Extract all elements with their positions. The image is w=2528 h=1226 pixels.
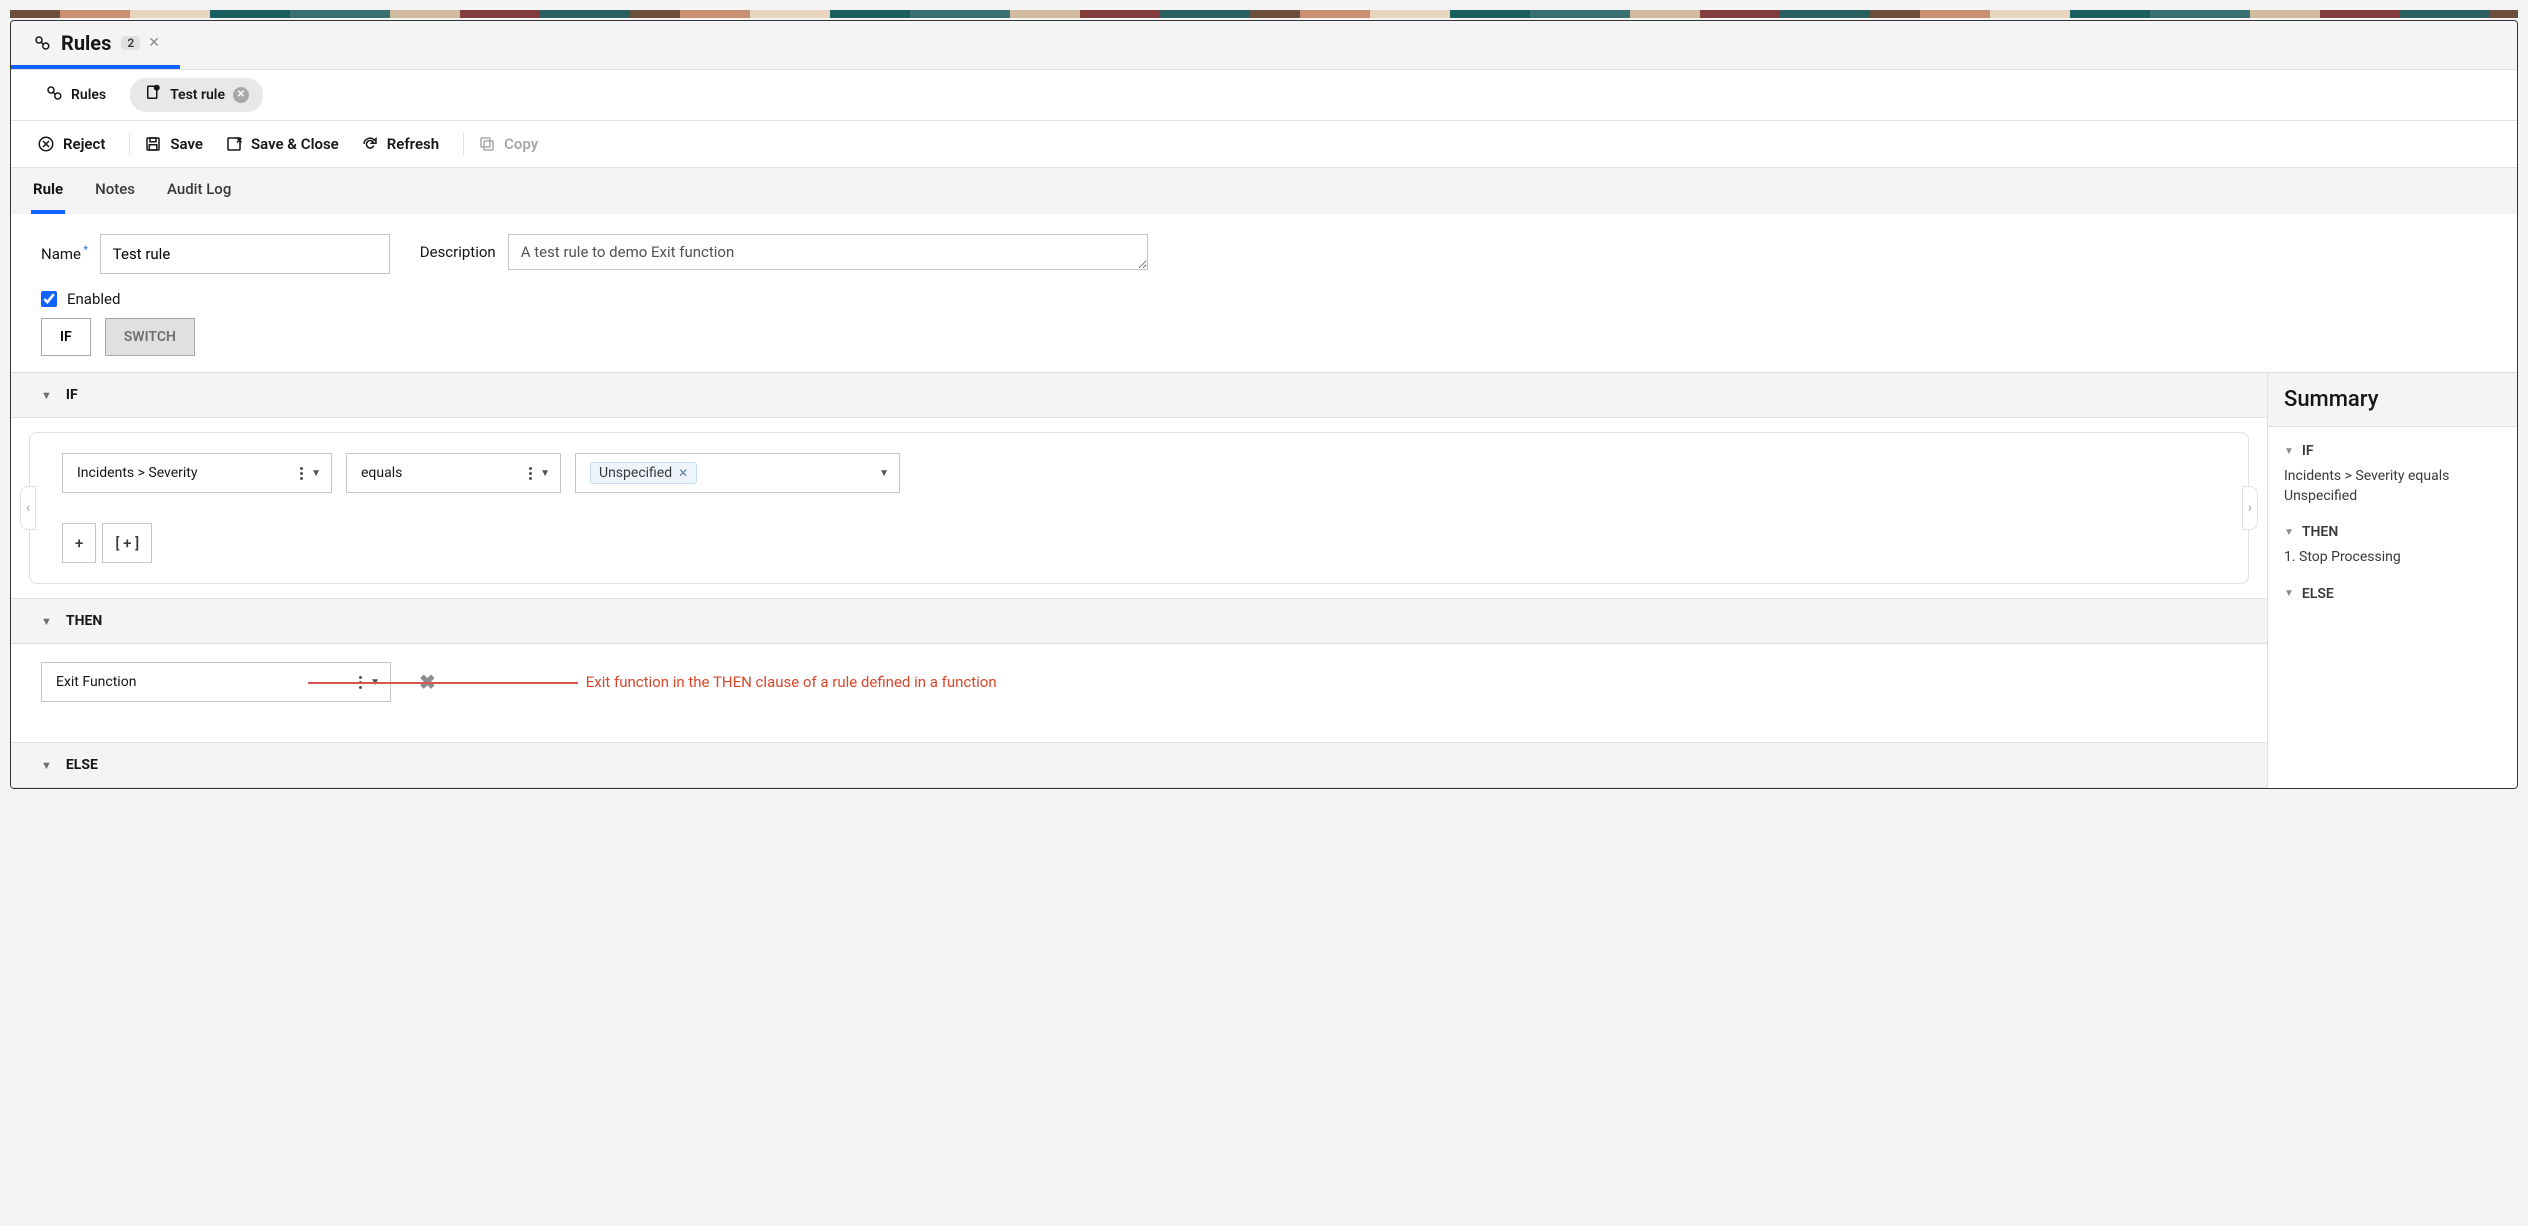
document-icon: [144, 84, 162, 106]
title-bar-wrapper: Rules 2 ✕: [11, 21, 2517, 69]
tab-audit-log[interactable]: Audit Log: [165, 168, 233, 214]
then-section-header[interactable]: ▼ THEN: [11, 598, 2267, 644]
chevron-down-icon: ▼: [41, 759, 52, 772]
refresh-button[interactable]: Refresh: [355, 129, 455, 159]
kebab-icon[interactable]: [529, 467, 532, 480]
count-badge: 2: [121, 36, 140, 50]
annotation-line: [308, 682, 578, 684]
close-icon[interactable]: ✕: [148, 35, 160, 51]
tab-rules-label: Rules: [71, 87, 106, 103]
chevron-down-icon: ▼: [540, 468, 550, 479]
else-header-label: ELSE: [66, 757, 98, 773]
operator-dropdown[interactable]: equals ▼: [346, 453, 561, 493]
name-input[interactable]: [100, 234, 390, 274]
save-label: Save: [170, 135, 203, 153]
remove-tag-icon[interactable]: ✕: [678, 466, 688, 480]
sub-tabs: Rules Test rule ✕: [11, 69, 2517, 120]
kebab-icon[interactable]: [300, 467, 303, 480]
then-action-value: Exit Function: [56, 674, 136, 690]
tab-test-rule-label: Test rule: [170, 87, 225, 103]
field-dropdown[interactable]: Incidents > Severity ▼: [62, 453, 332, 493]
enabled-label: Enabled: [67, 290, 120, 308]
value-tag: Unspecified ✕: [590, 462, 697, 484]
decorative-border: [10, 10, 2518, 18]
chevron-down-icon: ▼: [2284, 588, 2294, 599]
add-condition-button[interactable]: +: [62, 523, 96, 563]
then-row: Exit Function ▼ ✖ Exit function in the T…: [11, 644, 2267, 742]
tab-rules[interactable]: Rules: [31, 78, 120, 112]
annotation-text: Exit function in the THEN clause of a ru…: [586, 673, 997, 691]
tab-notes[interactable]: Notes: [93, 168, 137, 214]
copy-button: Copy: [472, 129, 554, 159]
annotation: Exit function in the THEN clause of a ru…: [436, 673, 2237, 691]
summary-panel: Summary ▼ IF Incidents > Severity equals…: [2267, 372, 2517, 788]
if-mode-button[interactable]: IF: [41, 318, 91, 356]
chevron-down-icon: ▼: [41, 615, 52, 628]
save-button[interactable]: Save: [138, 129, 219, 159]
copy-label: Copy: [504, 135, 538, 153]
save-close-button[interactable]: Save & Close: [219, 129, 355, 159]
value-tag-text: Unspecified: [599, 465, 672, 481]
summary-if-body: Incidents > Severity equals Unspecified: [2284, 467, 2501, 506]
form-area: Name Description Enabled: [11, 214, 2517, 318]
tab-close-icon[interactable]: ✕: [233, 87, 249, 103]
rules-icon: [45, 84, 63, 106]
field-value: Incidents > Severity: [77, 465, 198, 481]
name-label: Name: [41, 245, 88, 263]
summary-if-label: IF: [2302, 443, 2314, 459]
if-section-header[interactable]: ▼ IF: [11, 372, 2267, 418]
add-group-button[interactable]: [ + ]: [102, 523, 152, 563]
rule-builder: ▼ IF ‹ › Incidents > Severity ▼ equals: [11, 372, 2517, 788]
reject-label: Reject: [63, 135, 105, 153]
separator: [463, 133, 464, 155]
action-bar: Reject Save Save & Close Refresh Copy: [11, 120, 2517, 168]
expand-right-handle[interactable]: ›: [2242, 486, 2258, 530]
expand-left-handle[interactable]: ‹: [20, 486, 36, 530]
summary-if-header[interactable]: ▼ IF: [2284, 443, 2501, 459]
secondary-tabs: Rule Notes Audit Log: [11, 168, 2517, 214]
else-section-header[interactable]: ▼ ELSE: [11, 742, 2267, 788]
condition-card: ‹ › Incidents > Severity ▼ equals: [29, 432, 2249, 584]
if-header-label: IF: [66, 387, 78, 403]
summary-title: Summary: [2268, 372, 2517, 427]
switch-mode-button[interactable]: SWITCH: [105, 318, 195, 356]
chevron-down-icon: ▼: [311, 468, 321, 479]
separator: [129, 133, 130, 155]
save-close-label: Save & Close: [251, 135, 339, 153]
chevron-down-icon: ▼: [41, 389, 52, 402]
reject-button[interactable]: Reject: [31, 129, 121, 159]
app-frame: Rules 2 ✕ Rules Test rule ✕ Reject: [10, 20, 2518, 789]
description-input[interactable]: [508, 234, 1148, 270]
summary-then-body: 1. Stop Processing: [2284, 548, 2501, 568]
refresh-label: Refresh: [387, 135, 439, 153]
page-title: Rules: [61, 31, 111, 55]
tab-test-rule[interactable]: Test rule ✕: [130, 78, 263, 112]
tab-rule[interactable]: Rule: [31, 168, 65, 214]
chevron-down-icon: ▼: [879, 468, 889, 479]
chevron-down-icon: ▼: [2284, 527, 2294, 538]
summary-then-label: THEN: [2302, 524, 2338, 540]
operator-value: equals: [361, 465, 402, 481]
then-header-label: THEN: [66, 613, 102, 629]
value-dropdown[interactable]: Unspecified ✕ ▼: [575, 453, 900, 493]
builder-main: ▼ IF ‹ › Incidents > Severity ▼ equals: [11, 372, 2267, 788]
rules-app-icon: [31, 32, 53, 54]
summary-else-label: ELSE: [2302, 586, 2334, 602]
description-label: Description: [420, 243, 496, 261]
summary-then-header[interactable]: ▼ THEN: [2284, 524, 2501, 540]
chevron-down-icon: ▼: [2284, 446, 2294, 457]
enabled-checkbox[interactable]: [41, 291, 57, 307]
mode-buttons: IF SWITCH: [11, 318, 2517, 372]
summary-else-header[interactable]: ▼ ELSE: [2284, 586, 2501, 602]
title-bar: Rules 2 ✕: [11, 21, 180, 69]
